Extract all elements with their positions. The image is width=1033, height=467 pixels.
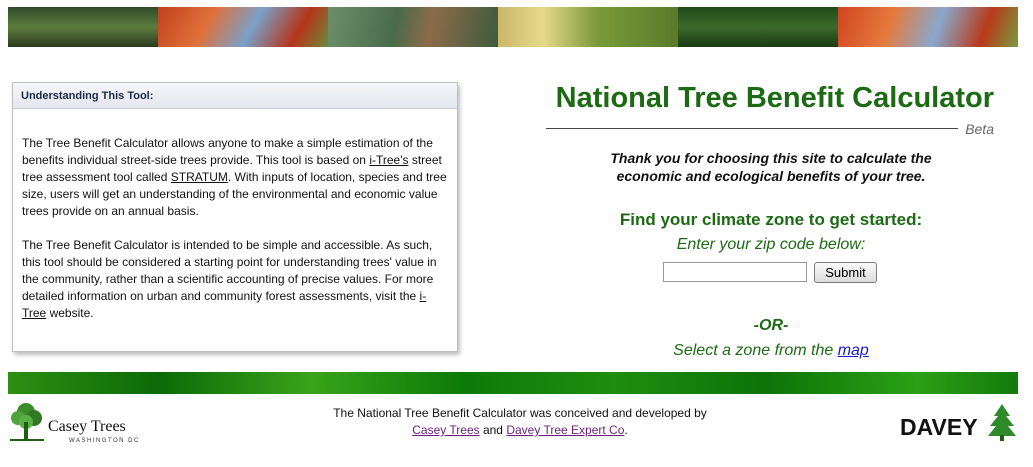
select-zone-label: Select a zone from the xyxy=(673,342,838,359)
para2-text-a: The Tree Benefit Calculator is intended … xyxy=(22,238,437,303)
davey-wordmark: DAVEY xyxy=(900,414,978,440)
panel-body: The Tree Benefit Calculator allows anyon… xyxy=(13,109,457,322)
panel-heading: Understanding This Tool: xyxy=(13,83,457,109)
thanks-line-1: Thank you for choosing this site to calc… xyxy=(610,150,932,166)
enter-zip-label: Enter your zip code below: xyxy=(676,236,866,253)
stratum-link[interactable]: STRATUM xyxy=(171,170,228,184)
thank-you-message: Thank you for choosing this site to calc… xyxy=(546,149,996,185)
tree-photo-banner xyxy=(8,7,1018,47)
map-link[interactable]: map xyxy=(838,342,869,359)
itree-link[interactable]: i-Tree's xyxy=(369,153,408,167)
understanding-tool-panel: Understanding This Tool: The Tree Benefi… xyxy=(12,82,458,352)
davey-tree-link[interactable]: Davey Tree Expert Co xyxy=(506,423,624,437)
panel-paragraph-2: The Tree Benefit Calculator is intended … xyxy=(22,237,447,322)
zip-code-input[interactable] xyxy=(663,262,807,282)
davey-tree-icon xyxy=(988,404,1016,441)
beta-label: Beta xyxy=(965,121,994,137)
tree-icon xyxy=(10,403,44,441)
casey-trees-logo[interactable]: Casey Trees WASHINGTON DC xyxy=(6,398,156,446)
footer-line-1: The National Tree Benefit Calculator was… xyxy=(333,406,707,420)
para2-text-b: website. xyxy=(46,306,94,320)
footer-period: . xyxy=(624,423,628,437)
footer-credits: The National Tree Benefit Calculator was… xyxy=(260,405,780,439)
footer-and: and xyxy=(479,423,507,437)
casey-trees-link[interactable]: Casey Trees xyxy=(412,423,479,437)
casey-trees-subtitle: WASHINGTON DC xyxy=(69,438,140,444)
footer-line-2: Casey Trees and Davey Tree Expert Co. xyxy=(260,422,780,439)
thanks-line-2: economic and ecological benefits of your… xyxy=(616,168,926,184)
panel-paragraph-1: The Tree Benefit Calculator allows anyon… xyxy=(22,135,447,220)
title-divider xyxy=(546,128,958,129)
casey-trees-wordmark: Casey Trees xyxy=(48,418,126,435)
select-zone-text: Select a zone from the map xyxy=(546,342,996,360)
find-zone-heading: Find your climate zone to get started: xyxy=(619,210,923,229)
or-separator: -OR- xyxy=(753,317,789,334)
davey-logo[interactable]: DAVEY xyxy=(898,402,1022,442)
submit-button[interactable]: Submit xyxy=(814,262,877,283)
page-title: National Tree Benefit Calculator xyxy=(555,82,994,114)
calculator-main: National Tree Benefit Calculator Beta Th… xyxy=(546,78,996,359)
grass-banner xyxy=(8,372,1018,394)
